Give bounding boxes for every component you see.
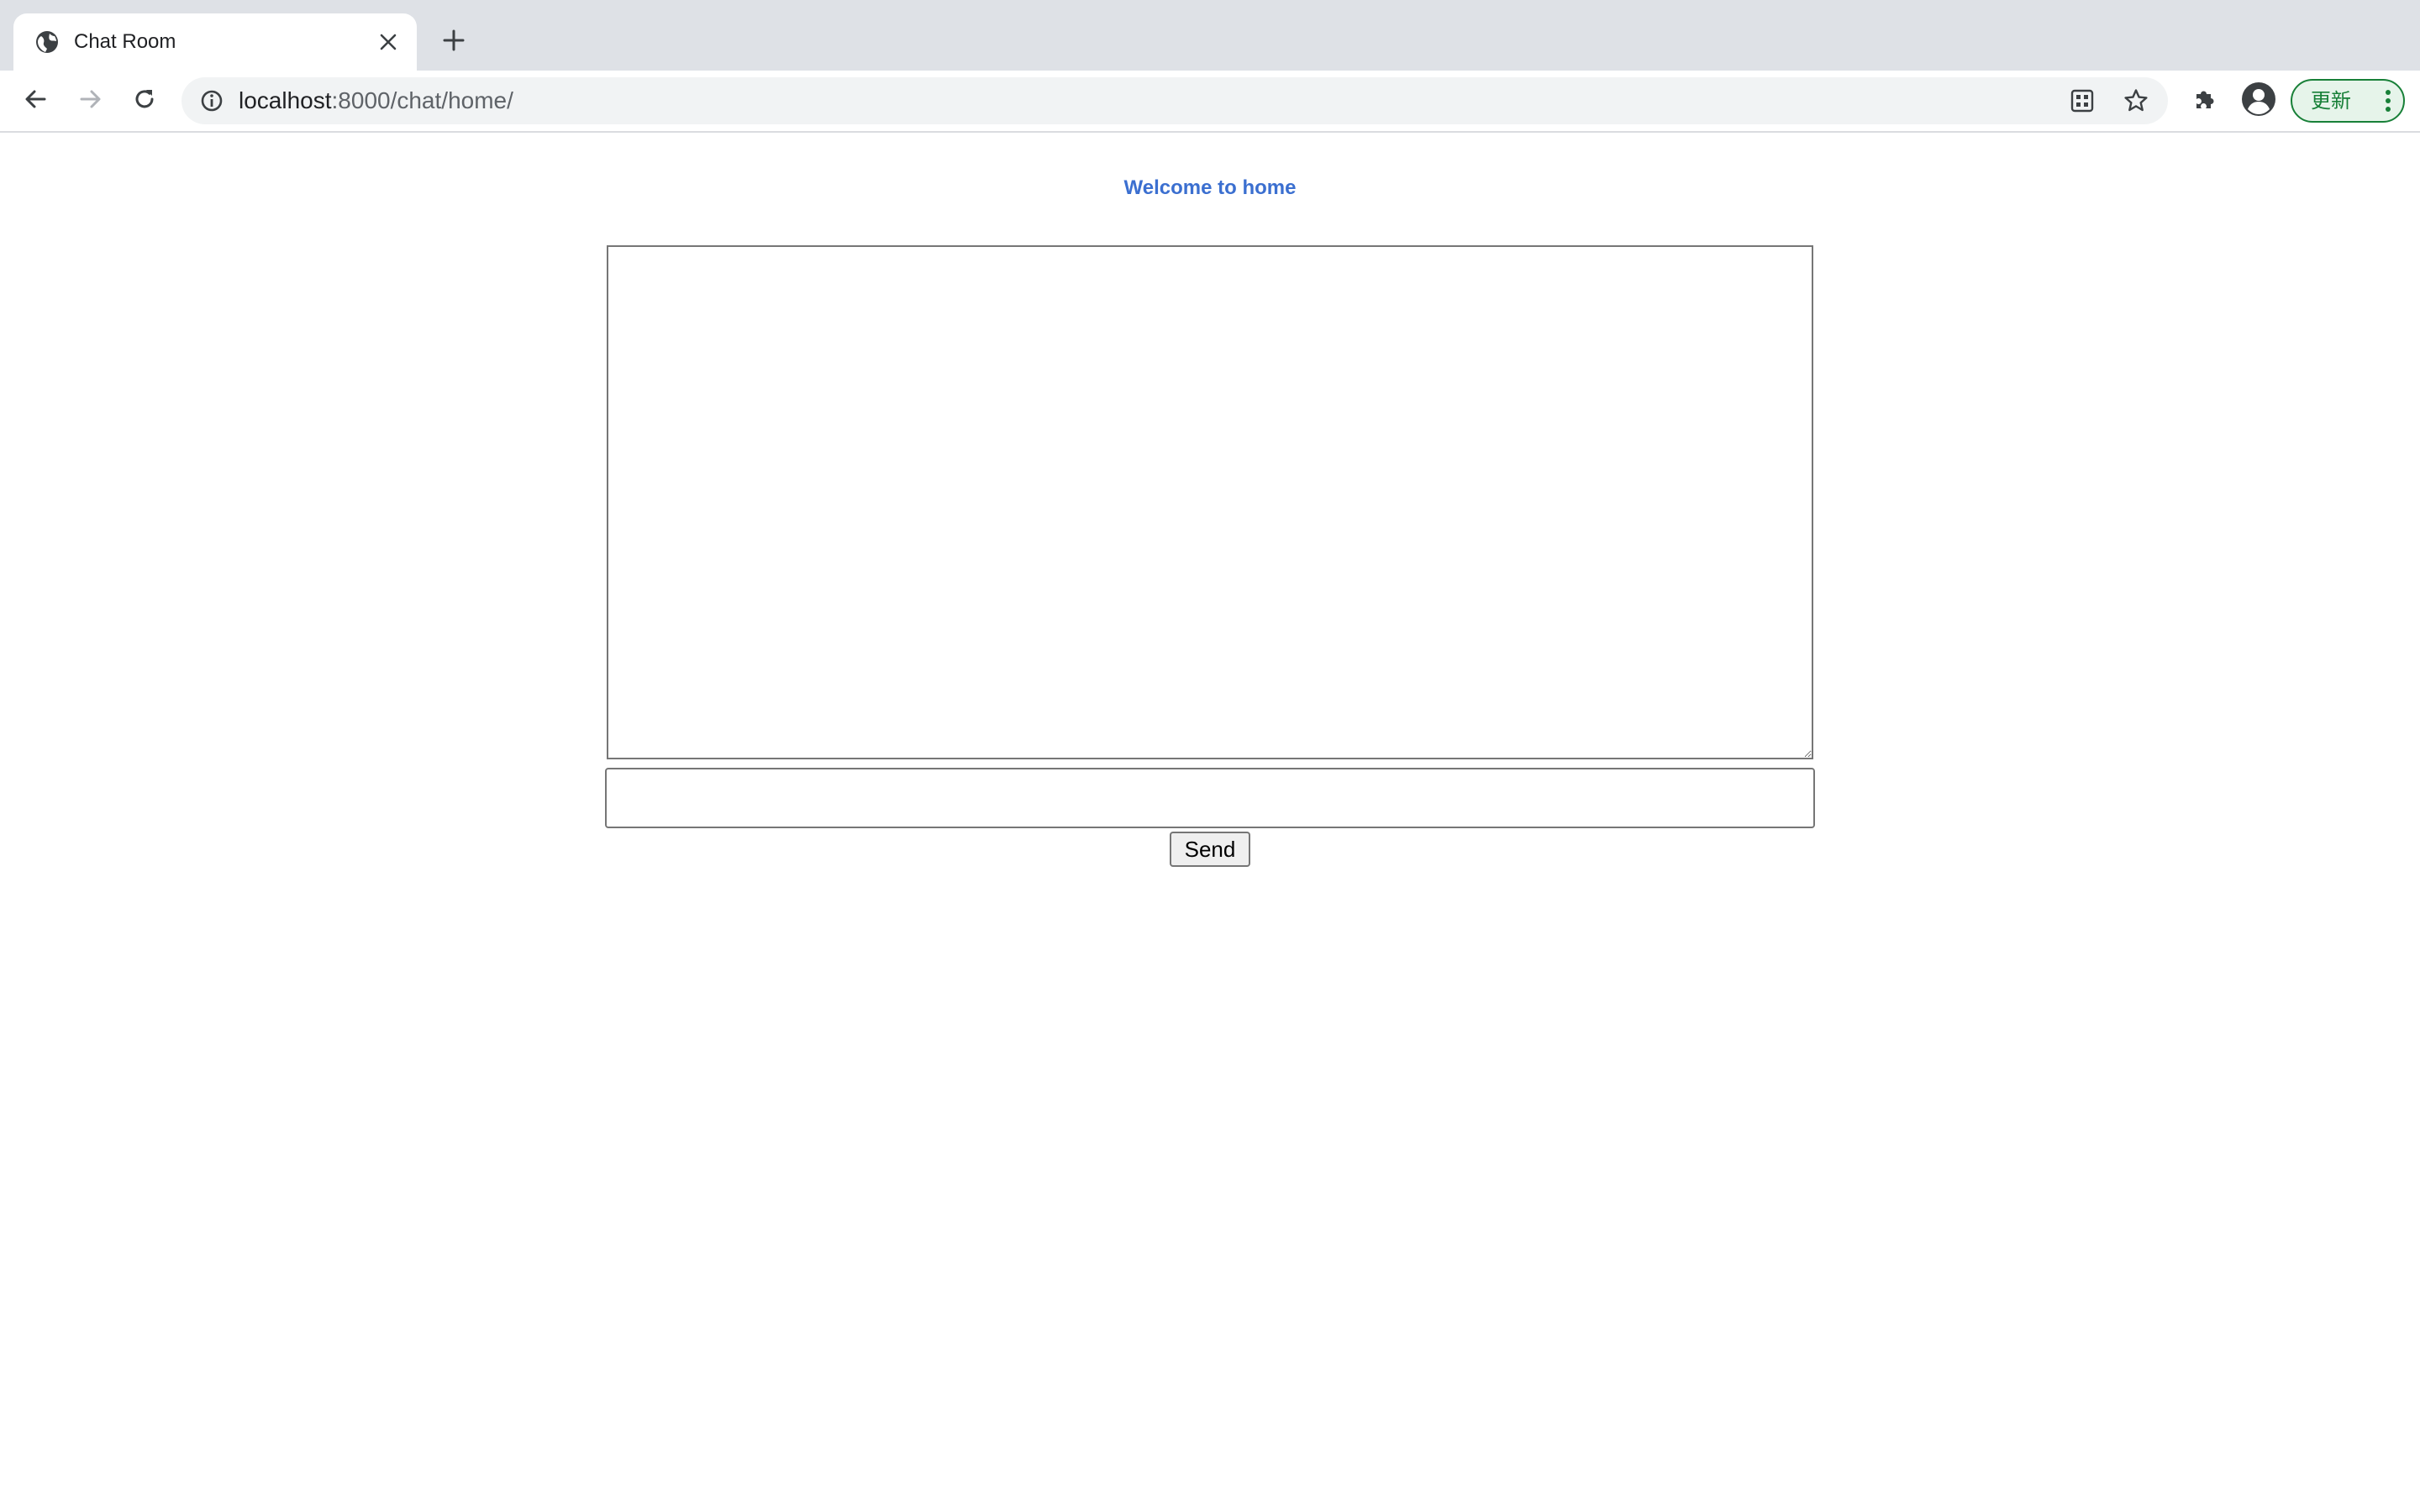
url-path: :8000/chat/home/ [331,87,513,113]
close-icon[interactable] [373,27,403,57]
update-button[interactable]: 更新 [2291,79,2405,123]
extensions-button[interactable] [2185,81,2225,121]
url-host: localhost [239,87,332,113]
reload-icon [131,86,158,117]
back-arrow-icon [22,86,49,117]
globe-icon [34,29,60,55]
address-bar[interactable]: localhost:8000/chat/home/ [182,77,2168,124]
update-label: 更新 [2311,89,2351,113]
kebab-menu-icon[interactable] [2385,89,2391,113]
page-viewport: Welcome to home Send [0,133,2420,1512]
puzzle-icon [2191,86,2218,117]
browser-window: Chat Room localhost:8000/chat/home/ 更新 W… [0,0,2420,1512]
reload-button[interactable] [124,81,165,121]
message-input[interactable] [605,768,1815,828]
send-button[interactable]: Send [1170,832,1250,867]
forward-arrow-icon [77,86,104,117]
new-tab-button[interactable] [434,24,474,60]
chat-log-textarea[interactable] [607,245,1813,759]
browser-toolbar: localhost:8000/chat/home/ 更新 [0,71,2420,133]
forward-button[interactable] [71,81,111,121]
profile-button[interactable] [2238,81,2279,121]
tab-strip: Chat Room [0,0,2420,71]
back-button[interactable] [15,81,55,121]
url-text[interactable]: localhost:8000/chat/home/ [239,77,513,124]
star-icon[interactable] [2121,86,2151,116]
account-icon [2240,81,2277,122]
info-icon[interactable] [198,87,225,114]
qr-code-icon[interactable] [2067,86,2097,116]
page-heading: Welcome to home [1123,176,1297,199]
plus-icon [442,29,466,56]
tab-chat-room[interactable]: Chat Room [13,13,417,71]
tab-title: Chat Room [74,30,176,53]
